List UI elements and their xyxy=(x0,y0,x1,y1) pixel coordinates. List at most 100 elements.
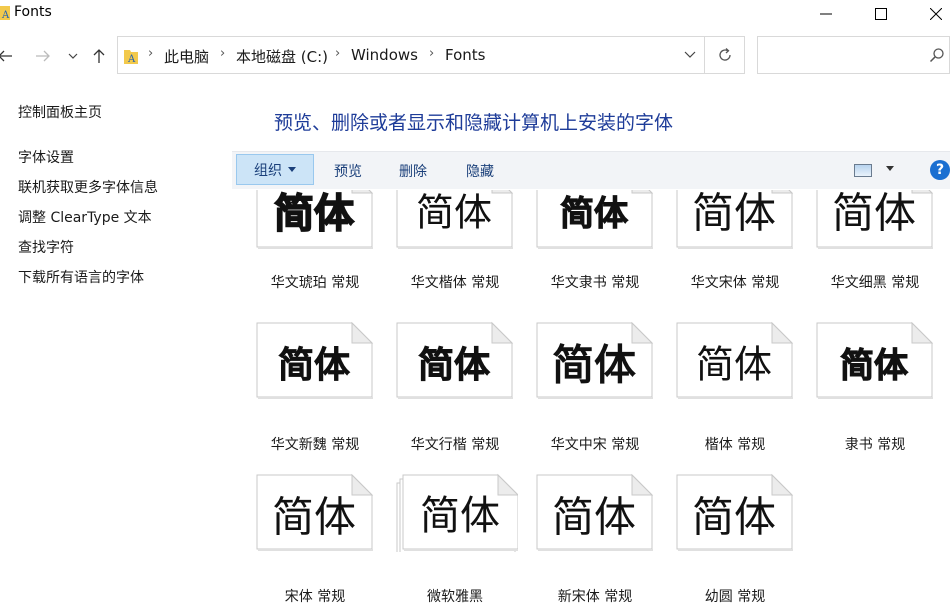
maximize-button[interactable] xyxy=(858,0,904,28)
refresh-button[interactable] xyxy=(705,36,745,74)
font-sample-text: 简体 xyxy=(840,346,908,386)
title-bar: A Fonts xyxy=(0,0,950,28)
font-tile[interactable]: 简体 华文宋体 常规 xyxy=(652,190,794,328)
font-document-icon: 简体 xyxy=(536,190,654,250)
font-tile-grid: 简体 华文琥珀 常规 简体 华文楷体 常规 简体 华文隶书 常规 简体 华文宋体 常规 简体 华文… xyxy=(232,190,950,614)
font-document-icon: 简体 xyxy=(256,472,374,552)
font-sample-text: 简体 xyxy=(692,493,776,542)
window-title: Fonts xyxy=(14,4,52,20)
font-tile[interactable]: 简体 华文新魏 常规 xyxy=(232,320,374,468)
font-document-icon: 简体 xyxy=(816,190,934,250)
fonts-folder-icon: A xyxy=(0,6,10,20)
breadcrumb-fonts[interactable]: Fonts xyxy=(445,46,485,64)
maximize-icon xyxy=(875,8,887,20)
font-sample-text: 简体 xyxy=(552,493,636,542)
arrow-left-icon xyxy=(0,50,12,62)
font-document-icon: 简体 xyxy=(676,320,794,400)
font-document-icon: 简体 xyxy=(676,472,794,552)
font-document-icon: 简体 xyxy=(536,320,654,400)
svg-text:A: A xyxy=(127,54,136,64)
arrow-up-icon xyxy=(93,49,105,63)
font-document-icon: 简体 xyxy=(396,320,514,400)
font-tile[interactable]: 简体 楷体 常规 xyxy=(652,320,794,468)
back-button[interactable] xyxy=(0,44,16,68)
font-tile[interactable]: 简体 华文隶书 常规 xyxy=(512,190,654,328)
font-tile[interactable]: 简体 华文楷体 常规 xyxy=(372,190,514,328)
breadcrumb-local-disk[interactable]: 本地磁盘 (C:) xyxy=(236,46,328,67)
organize-menu-button[interactable]: 组织 xyxy=(236,154,314,185)
search-icon xyxy=(929,48,944,63)
caret-down-icon xyxy=(288,167,296,172)
font-tile[interactable]: 简体 华文行楷 常规 xyxy=(372,320,514,468)
delete-button[interactable]: 删除 xyxy=(399,161,427,181)
fonts-folder-icon: A xyxy=(124,50,138,64)
adjust-cleartype-link[interactable]: 调整 ClearType 文本 xyxy=(18,207,152,227)
up-button[interactable] xyxy=(88,44,110,68)
get-more-fonts-online-link[interactable]: 联机获取更多字体信息 xyxy=(18,177,158,197)
font-settings-link[interactable]: 字体设置 xyxy=(18,147,74,167)
command-toolbar: 组织 预览 删除 隐藏 ? xyxy=(232,151,950,189)
font-sample-text: 简体 xyxy=(274,191,354,237)
font-document-icon: 简体 xyxy=(676,190,794,250)
breadcrumb-separator-icon[interactable]: › xyxy=(335,46,340,61)
font-family-stack-icon: 简体 xyxy=(396,472,518,552)
font-name-label: 幼圆 常规 xyxy=(704,589,766,605)
font-tile[interactable]: 简体 华文中宋 常规 xyxy=(512,320,654,468)
svg-text:A: A xyxy=(1,10,10,20)
font-tile[interactable]: 简体 隶书 常规 xyxy=(792,320,934,468)
preview-button[interactable]: 预览 xyxy=(334,161,362,181)
find-character-link[interactable]: 查找字符 xyxy=(18,237,74,257)
search-input[interactable] xyxy=(757,36,950,74)
font-sample-text: 简体 xyxy=(420,493,500,539)
change-view-button[interactable] xyxy=(854,164,872,177)
hide-button[interactable]: 隐藏 xyxy=(466,161,494,181)
font-tile[interactable]: 简体 新宋体 常规 xyxy=(512,472,654,614)
font-sample-text: 简体 xyxy=(832,190,916,238)
font-tile[interactable]: 简体 宋体 常规 xyxy=(232,472,374,614)
organize-label: 组织 xyxy=(254,162,282,179)
font-tile[interactable]: 简体 幼圆 常规 xyxy=(652,472,794,614)
navigation-bar: A › 此电脑 › 本地磁盘 (C:) › Windows › Fonts xyxy=(0,36,950,76)
minimize-button[interactable] xyxy=(803,0,849,28)
font-tile[interactable]: 简体 华文细黑 常规 xyxy=(792,190,934,328)
page-title: 预览、删除或者显示和隐藏计算机上安装的字体 xyxy=(274,112,674,134)
close-button[interactable] xyxy=(913,0,950,28)
download-all-fonts-link[interactable]: 下载所有语言的字体 xyxy=(18,267,144,287)
breadcrumb-this-pc[interactable]: 此电脑 xyxy=(164,46,209,67)
breadcrumb-separator-icon[interactable]: › xyxy=(148,46,153,61)
forward-button[interactable] xyxy=(32,44,54,68)
font-sample-text: 简体 xyxy=(696,343,772,387)
font-name-label: 华文细黑 常规 xyxy=(830,275,920,291)
font-tile[interactable]: 简体 华文琥珀 常规 xyxy=(232,190,374,328)
refresh-icon xyxy=(718,48,731,61)
minimize-icon xyxy=(820,13,832,15)
font-document-icon: 简体 xyxy=(256,190,374,250)
font-document-icon: 简体 xyxy=(816,320,934,400)
font-document-icon: 简体 xyxy=(536,472,654,552)
font-sample-text: 简体 xyxy=(272,493,356,542)
address-bar[interactable]: A › 此电脑 › 本地磁盘 (C:) › Windows › Fonts xyxy=(117,36,705,74)
font-tile[interactable]: 简体 微软雅黑 xyxy=(372,472,518,614)
chevron-down-icon xyxy=(68,53,78,59)
control-panel-home-link[interactable]: 控制面板主页 xyxy=(18,102,102,122)
font-sample-text: 简体 xyxy=(692,190,776,238)
help-button[interactable]: ? xyxy=(930,160,950,180)
chevron-down-icon xyxy=(684,51,696,58)
view-options-dropdown[interactable] xyxy=(886,163,894,174)
breadcrumb-separator-icon[interactable]: › xyxy=(429,46,434,61)
breadcrumb-separator-icon[interactable]: › xyxy=(220,46,225,61)
font-document-icon: 简体 xyxy=(256,320,374,400)
arrow-right-icon xyxy=(36,50,50,62)
font-name-label: 隶书 常规 xyxy=(844,437,906,453)
breadcrumb-windows[interactable]: Windows xyxy=(351,46,418,64)
address-dropdown-button[interactable] xyxy=(684,48,696,62)
recent-locations-button[interactable] xyxy=(62,44,84,68)
caret-down-icon xyxy=(886,166,894,171)
font-document-icon: 简体 xyxy=(396,190,514,250)
font-sample-text: 简体 xyxy=(418,344,490,386)
font-sample-text: 简体 xyxy=(552,341,636,390)
font-sample-text: 简体 xyxy=(560,194,628,234)
font-sample-text: 简体 xyxy=(416,191,492,235)
close-icon xyxy=(930,8,942,20)
font-sample-text: 简体 xyxy=(278,344,350,386)
